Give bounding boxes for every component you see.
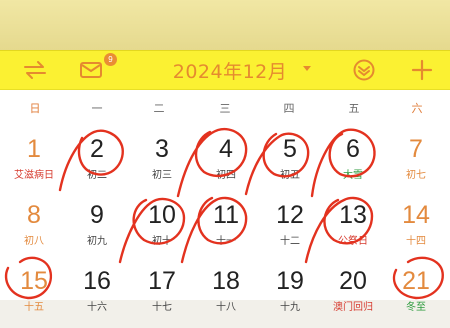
day-number: 16 — [83, 267, 111, 295]
lunar-label: 艾滋病日 — [14, 170, 54, 181]
weekday-label: 日 — [29, 102, 41, 115]
day-cell[interactable]: 2 初二 — [65, 134, 129, 196]
day-cell[interactable]: 20 澳门回归 — [321, 266, 385, 328]
day-cell[interactable]: 16 十六 — [65, 266, 129, 328]
weekday-label: 四 — [283, 102, 295, 115]
lunar-label: 十七 — [152, 302, 172, 313]
day-cell[interactable]: 15 十五 — [2, 266, 66, 328]
calendar-toolbar: 9 2024年12月 — [0, 50, 450, 90]
day-number: 1 — [27, 135, 41, 163]
lunar-label: 初三 — [152, 170, 172, 181]
day-cell[interactable]: 9 初九 — [65, 200, 129, 262]
lunar-label: 澳门回归 — [333, 302, 373, 313]
day-cell[interactable]: 11 十一 — [194, 200, 258, 262]
day-cell[interactable]: 13 公祭日 — [321, 200, 385, 262]
lunar-label: 初十 — [152, 236, 172, 247]
day-number: 13 — [339, 201, 367, 229]
weekday-label: 一 — [91, 102, 103, 115]
day-number: 2 — [90, 135, 104, 163]
day-cell[interactable]: 6 大雪 — [321, 134, 385, 196]
day-cell[interactable]: 1 艾滋病日 — [2, 134, 66, 196]
day-cell[interactable]: 12 十二 — [258, 200, 322, 262]
month-title[interactable]: 2024年12月 — [150, 50, 310, 90]
day-number: 19 — [276, 267, 304, 295]
day-cell[interactable]: 3 初三 — [130, 134, 194, 196]
day-number: 9 — [90, 201, 104, 229]
lunar-label: 十五 — [24, 302, 44, 313]
day-cell[interactable]: 14 十四 — [384, 200, 448, 262]
lunar-label: 十二 — [280, 236, 300, 247]
day-number: 17 — [148, 267, 176, 295]
day-number: 6 — [346, 135, 360, 163]
day-number: 8 — [27, 201, 41, 229]
lunar-label: 公祭日 — [338, 236, 368, 247]
lunar-label: 大雪 — [343, 170, 363, 181]
day-cell[interactable]: 17 十七 — [130, 266, 194, 328]
day-cell[interactable]: 5 初五 — [258, 134, 322, 196]
mail-badge: 9 — [104, 53, 117, 66]
lunar-label: 初五 — [280, 170, 300, 181]
day-number: 14 — [402, 201, 430, 229]
lunar-label: 十六 — [87, 302, 107, 313]
wallpaper-strip — [0, 0, 450, 50]
lunar-label: 冬至 — [406, 302, 426, 313]
chevron-down-icon[interactable] — [303, 66, 311, 71]
day-cell[interactable]: 19 十九 — [258, 266, 322, 328]
plus-icon[interactable] — [410, 50, 434, 90]
day-number: 12 — [276, 201, 304, 229]
lunar-label: 初二 — [87, 170, 107, 181]
day-cell[interactable]: 10 初十 — [130, 200, 194, 262]
lunar-label: 初四 — [216, 170, 236, 181]
day-number: 15 — [20, 267, 48, 295]
day-cell[interactable]: 7 初七 — [384, 134, 448, 196]
day-number: 10 — [148, 201, 176, 229]
month-grid: 1 艾滋病日 2 初二 3 初三 4 初四 5 初五 6 大雪 7 初七 8 初… — [0, 128, 450, 313]
day-number: 4 — [219, 135, 233, 163]
weekday-label: 六 — [411, 102, 423, 115]
day-cell[interactable]: 8 初八 — [2, 200, 66, 262]
day-cell[interactable]: 18 十八 — [194, 266, 258, 328]
day-number: 11 — [213, 201, 239, 229]
mail-icon[interactable] — [78, 50, 104, 90]
lunar-label: 初九 — [87, 236, 107, 247]
day-number: 5 — [283, 135, 297, 163]
day-number: 21 — [402, 267, 430, 295]
lunar-label: 十四 — [406, 236, 426, 247]
day-cell[interactable]: 21 冬至 — [384, 266, 448, 328]
weekday-label: 五 — [348, 102, 360, 115]
day-number: 18 — [212, 267, 240, 295]
weekday-label: 三 — [219, 102, 231, 115]
lunar-label: 十一 — [216, 236, 236, 247]
day-number: 7 — [409, 135, 423, 163]
day-number: 3 — [155, 135, 169, 163]
today-icon[interactable] — [352, 50, 376, 90]
day-cell[interactable]: 4 初四 — [194, 134, 258, 196]
lunar-label: 十九 — [280, 302, 300, 313]
lunar-label: 十八 — [216, 302, 236, 313]
lunar-label: 初八 — [24, 236, 44, 247]
swap-icon[interactable] — [22, 50, 48, 90]
lunar-label: 初七 — [406, 170, 426, 181]
weekday-label: 二 — [153, 102, 165, 115]
day-number: 20 — [339, 267, 367, 295]
